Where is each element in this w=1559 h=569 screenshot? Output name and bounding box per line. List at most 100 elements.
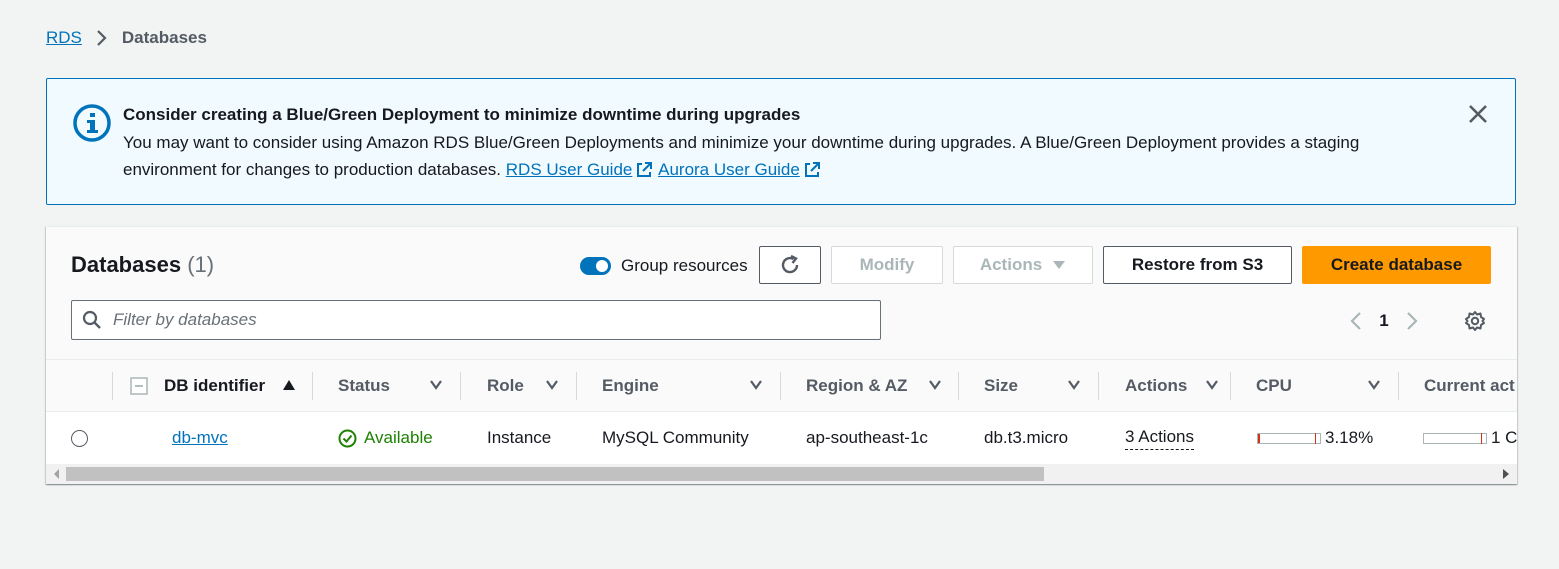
chevron-right-icon [82, 27, 122, 49]
column-divider [112, 372, 113, 400]
column-label: Role [487, 376, 524, 395]
column-engine[interactable]: Engine [602, 360, 764, 412]
cpu-cell: 3.18% [1257, 412, 1373, 464]
column-status[interactable]: Status [338, 360, 444, 412]
current-activity-cell: 1 C [1423, 412, 1517, 464]
column-cpu[interactable]: CPU [1256, 360, 1384, 412]
column-label: Current act [1424, 376, 1515, 395]
column-size[interactable]: Size [984, 360, 1082, 412]
role-cell: Instance [487, 428, 552, 447]
modify-button[interactable]: Modify [831, 246, 943, 284]
close-icon[interactable] [1467, 103, 1489, 125]
caret-down-icon [1053, 261, 1066, 269]
rds-user-guide-label: RDS User Guide [505, 160, 633, 179]
horizontal-scrollbar[interactable] [46, 464, 1517, 484]
cpu-usage-bar [1257, 432, 1321, 444]
filter-box[interactable] [71, 300, 881, 340]
bar-end-tick [1481, 432, 1482, 444]
sort-caret-icon [546, 380, 558, 390]
row-select-radio[interactable] [71, 412, 88, 464]
aurora-user-guide-label: Aurora User Guide [658, 160, 800, 179]
sort-caret-icon [929, 380, 941, 390]
external-link-icon [637, 161, 653, 177]
breadcrumb-current: Databases [121, 28, 207, 47]
column-divider [576, 372, 577, 400]
select-all-checkbox[interactable] [130, 360, 148, 412]
column-label: DB identifier [164, 376, 266, 395]
restore-from-s3-button[interactable]: Restore from S3 [1103, 246, 1292, 284]
filter-input[interactable] [111, 309, 871, 331]
engine-cell: MySQL Community [602, 428, 749, 447]
previous-page-icon[interactable] [1343, 307, 1369, 335]
external-link-icon [804, 161, 820, 177]
sort-caret-icon [1206, 380, 1218, 390]
actions-cell[interactable]: 3 Actions [1125, 412, 1194, 464]
scroll-left-icon[interactable] [48, 464, 66, 484]
column-divider [1398, 372, 1399, 400]
breadcrumb: RDS Databases [46, 27, 207, 49]
column-current-activity[interactable]: Current act [1424, 360, 1515, 412]
pagination: 1 [1343, 307, 1425, 335]
next-page-icon[interactable] [1399, 307, 1425, 335]
panel-title: Databases (1) [71, 251, 214, 279]
column-divider [1098, 372, 1099, 400]
gear-icon[interactable] [1464, 310, 1486, 332]
column-label: Actions [1125, 376, 1188, 395]
current-activity-value: 1 C [1491, 428, 1517, 447]
panel-header: Databases (1) Group resources Modify Act… [46, 227, 1517, 360]
column-divider [958, 372, 959, 400]
cpu-value: 3.18% [1325, 428, 1374, 447]
rds-user-guide-link[interactable]: RDS User Guide [506, 156, 654, 183]
column-db-identifier[interactable]: DB identifier [164, 360, 304, 412]
check-circle-icon [338, 429, 357, 447]
scrollbar-thumb[interactable] [66, 467, 1044, 481]
aurora-user-guide-link[interactable]: Aurora User Guide [658, 156, 821, 183]
column-divider [1230, 372, 1231, 400]
column-divider [312, 372, 313, 400]
bar-end-tick [1315, 432, 1316, 444]
current-page-number[interactable]: 1 [1369, 311, 1399, 331]
actions-dropdown-button[interactable]: Actions [953, 246, 1093, 284]
breadcrumb-rds-link[interactable]: RDS [46, 28, 82, 48]
scroll-right-icon[interactable] [1497, 464, 1515, 484]
region-az-cell: ap-southeast-1c [806, 428, 928, 447]
sort-caret-icon [1068, 380, 1080, 390]
actions-count-link[interactable]: 3 Actions [1125, 427, 1194, 450]
databases-panel: Databases (1) Group resources Modify Act… [46, 226, 1517, 484]
column-label: CPU [1256, 376, 1292, 395]
column-role[interactable]: Role [487, 360, 561, 412]
status-text: Available [364, 428, 433, 447]
column-label: Status [338, 376, 390, 395]
panel-title-text: Databases [71, 252, 182, 277]
sort-caret-icon [750, 380, 762, 390]
group-resources-label: Group resources [621, 256, 748, 275]
column-divider [780, 372, 781, 400]
sort-caret-icon [430, 380, 442, 390]
create-database-button[interactable]: Create database [1302, 246, 1491, 284]
info-banner: Consider creating a Blue/Green Deploymen… [46, 78, 1516, 205]
panel-title-count: (1) [187, 252, 215, 277]
size-cell: db.t3.micro [984, 428, 1069, 447]
toggle-switch[interactable] [580, 257, 611, 275]
column-label: Region & AZ [806, 376, 908, 395]
search-icon [82, 310, 101, 329]
refresh-button[interactable] [759, 246, 821, 284]
column-label: Engine [602, 376, 659, 395]
sort-ascending-icon [283, 380, 295, 390]
refresh-icon [781, 254, 799, 274]
status-cell: Available [338, 412, 433, 464]
column-label: Size [984, 376, 1019, 395]
info-icon [72, 103, 112, 143]
table-header: DB identifier Status Role Engine Region … [46, 360, 1517, 412]
actions-button-label: Actions [979, 255, 1043, 274]
banner-title: Consider creating a Blue/Green Deploymen… [123, 105, 801, 124]
db-identifier-link[interactable]: db-mvc [172, 412, 228, 464]
banner-body: You may want to consider using Amazon RD… [123, 129, 1453, 183]
group-resources-toggle[interactable]: Group resources [580, 252, 748, 280]
cpu-usage-fill [1258, 433, 1260, 443]
column-divider [460, 372, 461, 400]
sort-caret-icon [1368, 380, 1380, 390]
column-region-az[interactable]: Region & AZ [806, 360, 942, 412]
column-actions[interactable]: Actions [1125, 360, 1219, 412]
table-row[interactable]: db-mvc Available Instance MySQL Communit… [46, 412, 1517, 464]
